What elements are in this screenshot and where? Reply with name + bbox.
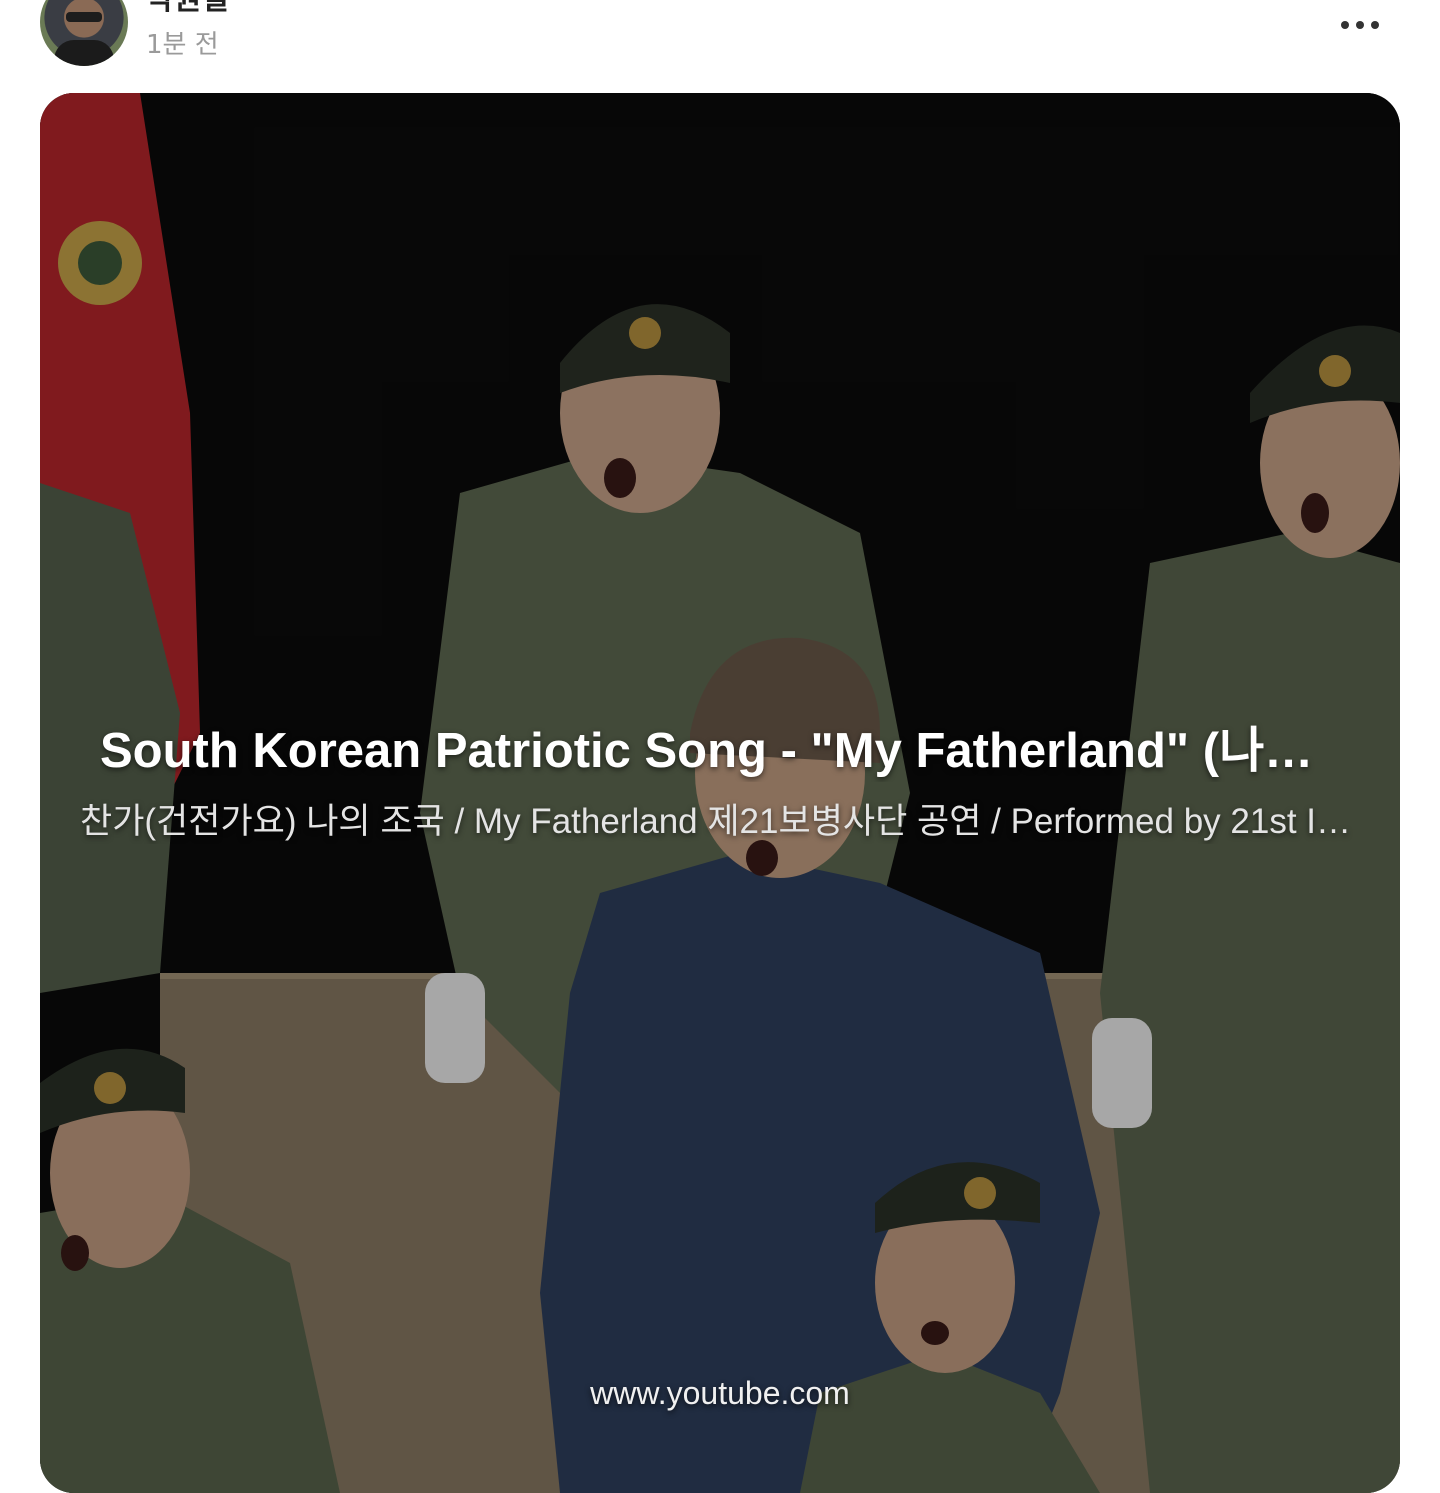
post-time: 1분 전 [146, 30, 219, 60]
avatar-glasses [66, 12, 102, 22]
link-domain: www.youtube.com [590, 1375, 850, 1411]
author-avatar[interactable] [40, 0, 128, 66]
more-dots-icon [1341, 21, 1349, 29]
more-options-button[interactable] [1330, 8, 1390, 42]
more-dots-icon [1356, 21, 1364, 29]
more-dots-icon [1371, 21, 1379, 29]
author-name[interactable]: 박원길 [146, 0, 229, 18]
post-header: 박원길 1분 전 [0, 0, 1440, 92]
avatar-shirt [54, 40, 114, 66]
link-preview-card[interactable]: South Korean Patriotic Song - "My Father… [40, 93, 1400, 1493]
link-title: South Korean Patriotic Song - "My Father… [100, 724, 1350, 778]
link-description: 찬가(건전가요) 나의 조국 / My Fatherland 제21보병사단 공… [80, 802, 1360, 841]
